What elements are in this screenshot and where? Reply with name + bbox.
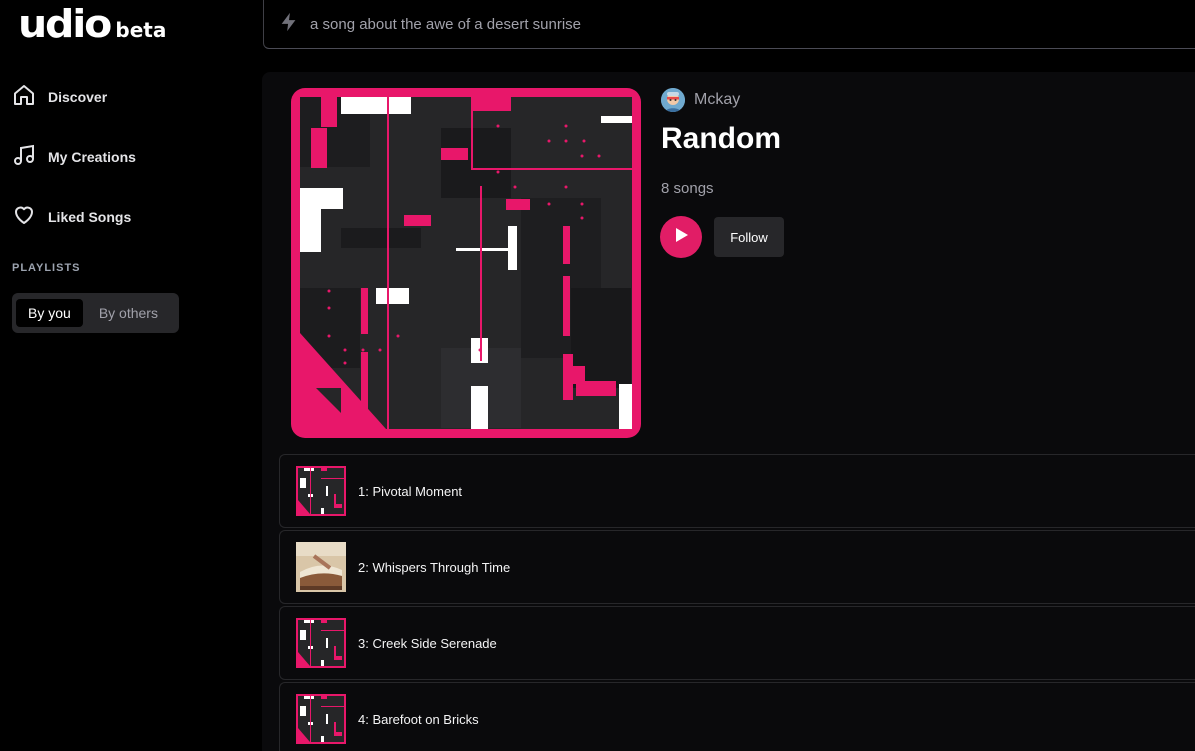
sidebar-item-liked-songs[interactable]: Liked Songs	[12, 202, 131, 232]
creator-name: Mckay	[694, 91, 741, 108]
track-thumbnail	[296, 466, 346, 516]
track-title: 3: Creek Side Serenade	[358, 635, 497, 651]
sidebar-item-label: Discover	[48, 89, 108, 105]
playlist-filter-toggle: By you By others	[12, 293, 179, 333]
track-thumbnail	[296, 618, 346, 668]
playlists-section-label: PLAYLISTS	[12, 262, 81, 274]
filter-by-you-button[interactable]: By you	[16, 299, 83, 327]
sidebar: udio beta Discover My Creations Liked So…	[0, 0, 262, 751]
table-row[interactable]: 3: Creek Side Serenade	[279, 606, 1195, 680]
sidebar-item-label: My Creations	[48, 149, 136, 165]
playlist-panel: Mckay Random 8 songs Follow 1: Pivotal M…	[262, 72, 1195, 751]
sidebar-item-label: Liked Songs	[48, 209, 132, 225]
track-list: 1: Pivotal Moment 2: Whispers Through Ti…	[279, 454, 1195, 751]
lightning-icon	[278, 11, 300, 38]
table-row[interactable]: 2: Whispers Through Time	[279, 530, 1195, 604]
avatar	[661, 88, 685, 112]
table-row[interactable]: 1: Pivotal Moment	[279, 454, 1195, 528]
udio-logo[interactable]: udio beta	[18, 2, 166, 46]
playlist-cover-art	[291, 88, 641, 438]
logo-beta-tag: beta	[115, 18, 167, 42]
track-title: 2: Whispers Through Time	[358, 559, 511, 575]
track-thumbnail	[296, 694, 346, 744]
home-icon	[12, 83, 36, 112]
play-icon	[672, 226, 690, 249]
heart-icon	[12, 203, 36, 232]
sidebar-item-my-creations[interactable]: My Creations	[12, 142, 136, 172]
sidebar-item-discover[interactable]: Discover	[12, 82, 107, 112]
search-input[interactable]: a song about the awe of a desert sunrise	[310, 16, 581, 33]
logo-word: udio	[18, 2, 112, 46]
music-note-icon	[12, 143, 36, 172]
filter-by-others-button[interactable]: By others	[87, 299, 170, 327]
table-row[interactable]: 4: Barefoot on Bricks	[279, 682, 1195, 751]
track-thumbnail	[296, 542, 346, 592]
song-count: 8 songs	[661, 180, 714, 197]
track-title: 4: Barefoot on Bricks	[358, 711, 479, 727]
track-title: 1: Pivotal Moment	[358, 483, 463, 499]
playlist-creator[interactable]: Mckay	[661, 88, 740, 112]
follow-button[interactable]: Follow	[714, 217, 784, 257]
playlist-title: Random	[661, 122, 781, 155]
prompt-search-bar[interactable]: a song about the awe of a desert sunrise	[263, 0, 1195, 49]
play-playlist-button[interactable]	[660, 216, 702, 258]
